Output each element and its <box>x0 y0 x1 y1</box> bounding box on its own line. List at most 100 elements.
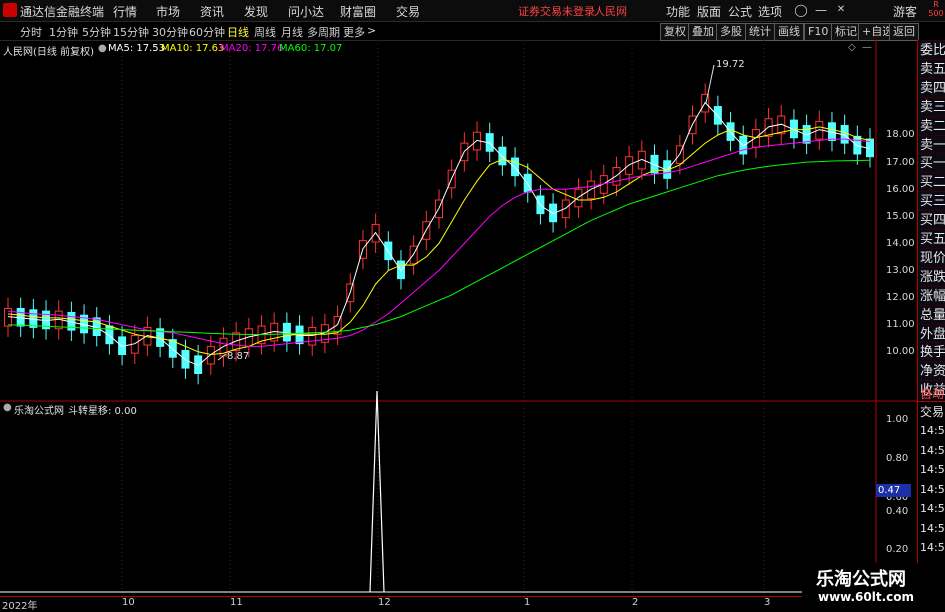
menu-zixun[interactable]: 资讯 <box>200 3 224 20</box>
date-label-3: 3 <box>764 597 771 608</box>
btn-fanhui[interactable]: 返回 <box>889 23 919 41</box>
date-axis <box>0 596 918 610</box>
quote-label-11: 现价 <box>918 247 945 267</box>
candle-body-16 <box>206 345 215 365</box>
quote-label-6: 买一 <box>918 153 945 173</box>
menu-jiaoyi[interactable]: 交易 <box>396 3 420 20</box>
ind-axis-04: 0.40 <box>886 506 909 517</box>
btn-duogu[interactable]: 多股 <box>716 23 746 41</box>
period-30min[interactable]: 30分钟 <box>152 24 188 40</box>
menu-hangqing[interactable]: 行情 <box>113 3 137 20</box>
date-label-12: 12 <box>378 597 391 608</box>
user-icon[interactable]: ◯ <box>792 1 810 19</box>
high-price-label: 19.72 <box>716 59 745 70</box>
btn-f10[interactable]: F10 <box>804 23 833 41</box>
quote-label-12: 涨跌 <box>918 266 945 286</box>
trade-time-5: 14:56 <box>920 521 945 535</box>
period-more-arrow-icon[interactable]: > <box>367 24 376 37</box>
candle-body-49 <box>625 156 634 175</box>
ind-axis-02: 0.20 <box>886 544 909 555</box>
high-marker-line <box>705 64 715 104</box>
period-monthly[interactable]: 月线 <box>281 24 303 40</box>
quote-label-4: 卖二 <box>918 115 945 135</box>
btn-huaxian[interactable]: 画线 <box>774 23 804 41</box>
indicator-toggle-icon[interactable]: ● <box>3 402 12 413</box>
btn-biaoji[interactable]: 标记 <box>831 23 861 41</box>
trade-title[interactable]: 交易 <box>920 403 945 420</box>
quote-label-16: 换手 <box>918 342 945 362</box>
low-price-label: 8.87 <box>227 351 250 362</box>
app-name: 通达信金融终端 <box>20 5 105 19</box>
period-60min[interactable]: 60分钟 <box>189 24 225 40</box>
ma-line-ma60 <box>7 159 871 335</box>
price-axis-18: 18.00 <box>886 129 915 140</box>
quote-label-8: 买三 <box>918 191 945 211</box>
price-axis-11: 11.00 <box>886 319 915 330</box>
watermark-box: 乐淘公式网 www.60lt.com <box>802 563 945 609</box>
quote-label-10: 买五 <box>918 229 945 248</box>
menu-caifuquan[interactable]: 财富圈 <box>340 3 376 20</box>
menu-gongneng[interactable]: 功能 <box>666 3 690 20</box>
price-axis-12: 12.00 <box>886 292 915 303</box>
candle-body-46 <box>587 180 596 200</box>
quote-label-7: 买二 <box>918 172 945 192</box>
candle-body-24 <box>308 326 317 346</box>
ma-line-ma10 <box>7 126 871 356</box>
candle-body-45 <box>574 188 583 208</box>
close-icon[interactable]: ✕ <box>832 1 850 19</box>
ind-axis-1: 1.00 <box>886 414 909 425</box>
trade-time-1: 14:56 <box>920 443 945 457</box>
price-axis-14: 14.00 <box>886 238 915 249</box>
indicator-spike <box>369 390 385 593</box>
quote-label-9: 买四 <box>918 210 945 230</box>
menu-xuanxiang[interactable]: 选项 <box>758 3 782 20</box>
quote-label-1: 卖五 <box>918 58 945 78</box>
quote-label-5: 卖一 <box>918 134 945 154</box>
quote-label-14: 总量 <box>918 304 945 324</box>
indicator-current-value-badge: 0.47 <box>876 484 911 497</box>
server-badge: R 500 <box>928 0 944 18</box>
period-15min[interactable]: 15分钟 <box>113 24 149 40</box>
quote-label-17: 净资 <box>918 361 945 381</box>
current-stock-name: 人民网 <box>594 5 627 18</box>
btn-tongji[interactable]: 统计 <box>745 23 775 41</box>
price-axis-16: 16.00 <box>886 184 915 195</box>
btn-diejia[interactable]: 叠加 <box>688 23 718 41</box>
period-fenshi[interactable]: 分时 <box>20 24 42 40</box>
date-label-10: 10 <box>122 597 135 608</box>
menu-gongshi[interactable]: 公式 <box>728 3 752 20</box>
quote-label-13: 涨幅 <box>918 285 945 305</box>
period-daily[interactable]: 日线 <box>227 24 249 40</box>
price-axis-15: 15.00 <box>886 211 915 222</box>
period-5min[interactable]: 5分钟 <box>82 24 111 40</box>
watermark-title: 乐淘公式网 <box>816 569 906 590</box>
trade-auto-label[interactable]: 自动 <box>920 385 945 402</box>
menu-faxian[interactable]: 发现 <box>244 3 268 20</box>
login-warning[interactable]: 证券交易未登录 <box>518 3 595 19</box>
period-weekly[interactable]: 周线 <box>254 24 276 40</box>
quote-label-0: 委比 <box>918 40 945 59</box>
trade-time-2: 14:56 <box>920 463 945 476</box>
price-axis-17: 17.00 <box>886 157 915 168</box>
ind-axis-08: 0.80 <box>886 453 909 464</box>
menu-banmian[interactable]: 版面 <box>697 3 721 20</box>
menu-shichang[interactable]: 市场 <box>156 3 180 20</box>
menu-wenxiaoda[interactable]: 问小达 <box>288 3 324 20</box>
price-axis-10: 10.00 <box>886 346 915 357</box>
btn-fuquan[interactable]: 复权 <box>660 23 690 41</box>
date-label-11: 11 <box>230 597 243 608</box>
candle-body-48 <box>612 167 621 186</box>
quote-label-3: 卖三 <box>918 96 945 116</box>
period-more[interactable]: 更多 <box>343 24 365 40</box>
date-label-1: 1 <box>524 597 531 608</box>
period-multi[interactable]: 多周期 <box>307 24 340 40</box>
kline-chart[interactable] <box>0 40 918 609</box>
candle-body-67 <box>853 135 862 155</box>
minimize-icon[interactable]: — <box>812 1 830 19</box>
watermark-url: www.60lt.com <box>818 590 915 604</box>
trade-time-3: 14:56 <box>920 482 945 496</box>
period-1min[interactable]: 1分钟 <box>49 24 78 40</box>
indicator-name: 乐淘公式网 <box>14 406 64 417</box>
user-label[interactable]: 游客 <box>893 3 917 20</box>
date-label-2: 2 <box>632 597 639 608</box>
